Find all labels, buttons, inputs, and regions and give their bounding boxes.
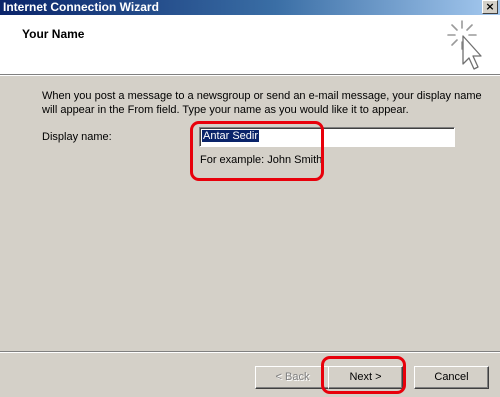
display-name-value: Antar Sedir <box>202 130 260 142</box>
title-bar[interactable]: Internet Connection Wizard × <box>0 0 500 15</box>
header-divider <box>0 75 500 76</box>
wizard-window: Internet Connection Wizard × Your Name W… <box>0 0 500 397</box>
close-icon: × <box>485 0 495 13</box>
example-hint: For example: John Smith <box>200 154 323 166</box>
back-button[interactable]: < Back <box>255 366 330 389</box>
description-text: When you post a message to a newsgroup o… <box>42 90 482 116</box>
footer-divider-light <box>0 352 500 353</box>
close-button[interactable]: × <box>482 0 498 14</box>
wizard-header: Your Name <box>0 15 500 75</box>
window-title: Internet Connection Wizard <box>3 0 159 14</box>
cancel-button[interactable]: Cancel <box>414 366 489 389</box>
wizard-cursor-icon <box>447 20 482 70</box>
page-title: Your Name <box>22 27 85 41</box>
display-name-field[interactable]: Antar Sedir <box>199 127 455 147</box>
display-name-label: Display name: <box>42 131 112 143</box>
next-button[interactable]: Next > <box>328 366 403 389</box>
